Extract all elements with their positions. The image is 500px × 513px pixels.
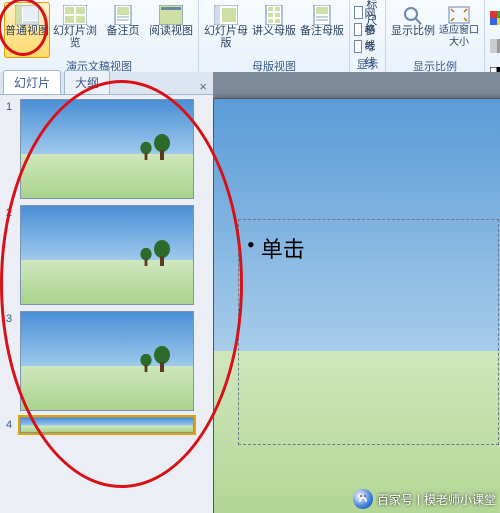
handout-master-button[interactable]: 讲义母版 [251,2,297,58]
thumbnail-row: 1 [6,99,207,199]
tab-slides[interactable]: 幻灯片 [3,70,61,94]
normal-view-icon [15,5,39,25]
panel-tabs: 幻灯片 大纲 × [0,72,213,95]
slide-number: 1 [6,99,16,113]
watermark-author: 模老师小课堂 [424,491,496,508]
fit-window-button[interactable]: 适应窗口大小 [438,2,480,58]
notes-master-button[interactable]: 备注母版 [299,2,345,58]
notes-master-icon [310,5,334,25]
slide-number: 2 [6,205,16,219]
tree-icon [153,346,171,372]
thumbnails-list[interactable]: 1 2 3 4 [0,95,213,513]
grayscale-button[interactable]: 灰度 [489,31,500,59]
reading-view-icon [159,5,183,25]
notes-page-icon [111,5,135,25]
slide-thumbnail-3[interactable] [20,311,194,411]
slide-sorter-label: 幻灯片浏览 [53,25,97,49]
slide-master-button[interactable]: 幻灯片母版 [203,2,249,58]
zoom-label: 显示比例 [391,25,435,37]
watermark-source: 百家号 [377,491,413,508]
thumbnail-row: 3 [6,311,207,411]
group-colorgray: 颜色 灰度 黑白模式 颜色/灰度 [485,0,500,74]
tree-icon [140,354,153,372]
bullet-icon: • [247,232,255,264]
zoom-icon [401,5,425,25]
panel-close-button[interactable]: × [199,79,207,94]
handout-master-icon [262,5,286,25]
notes-page-label: 备注页 [107,25,140,37]
slide-master-icon [214,5,238,25]
grayscale-icon [490,39,500,53]
fit-window-label: 适应窗口大小 [439,25,479,49]
slide-sorter-icon [63,5,87,25]
zoom-button[interactable]: 显示比例 [390,2,436,58]
slide-panel: 幻灯片 大纲 × 1 2 3 [0,72,214,513]
current-slide[interactable]: •单击 [213,98,500,513]
slide-master-label: 幻灯片母版 [204,25,248,49]
slide-thumbnail-2[interactable] [20,205,194,305]
tree-icon [153,134,171,160]
fit-window-icon [447,5,471,25]
group-master-views: 幻灯片母版 讲义母版 备注母版 母版视图 [199,0,350,74]
ribbon: 普通视图 幻灯片浏览 备注页 阅读视图 演示文稿视图 [0,0,500,73]
slide-editor-area[interactable]: •单击 [213,72,500,513]
slide-thumbnail-4[interactable] [20,417,194,433]
slide-thumbnail-1[interactable] [20,99,194,199]
slide-number: 4 [6,417,16,431]
group-zoom: 显示比例 适应窗口大小 显示比例 [386,0,485,74]
tree-icon [153,240,171,266]
thumbnail-row: 2 [6,205,207,305]
content-placeholder[interactable]: •单击 [238,219,499,445]
handout-master-label: 讲义母版 [252,25,296,37]
placeholder-text: 单击 [261,232,305,264]
thumbnail-row: 4 [6,417,207,433]
thumb-bg [21,418,193,432]
notes-master-label: 备注母版 [300,25,344,37]
tree-icon [140,248,153,266]
watermark-logo-icon [353,489,373,509]
tree-icon [140,142,153,160]
reading-view-label: 阅读视图 [149,25,193,37]
color-icon [490,11,500,25]
slide-sorter-button[interactable]: 幻灯片浏览 [52,2,98,58]
watermark: 百家号 | 模老师小课堂 [353,489,496,509]
color-button[interactable]: 颜色 [489,3,500,31]
notes-page-button[interactable]: 备注页 [100,2,146,58]
normal-view-label: 普通视图 [5,25,49,37]
reading-view-button[interactable]: 阅读视图 [148,2,194,58]
group-presentation-views: 普通视图 幻灯片浏览 备注页 阅读视图 演示文稿视图 [0,0,199,74]
group-show: 标尺 网格线 参考线 显示 [350,0,386,74]
slide-number: 3 [6,311,16,325]
guides-checkbox[interactable]: 参考线 [354,38,381,54]
watermark-sep: | [417,492,420,506]
normal-view-button[interactable]: 普通视图 [4,2,50,58]
tab-outline[interactable]: 大纲 [64,70,110,94]
